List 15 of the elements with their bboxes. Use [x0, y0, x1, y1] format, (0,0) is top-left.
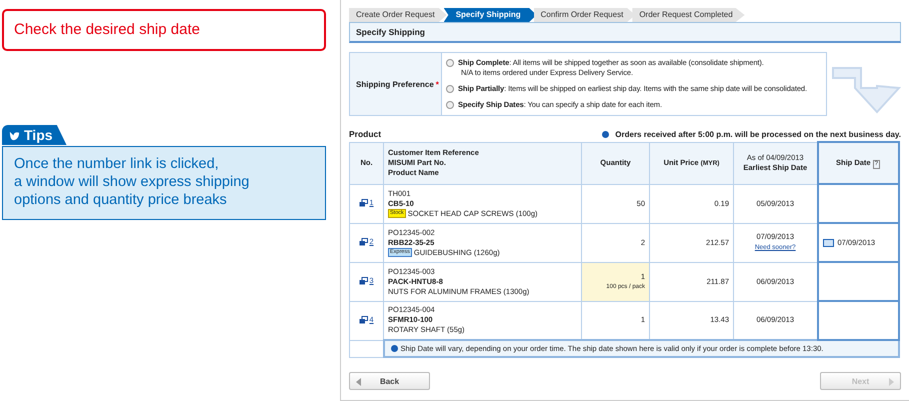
- product-label: Product: [349, 129, 382, 139]
- radio-button[interactable]: [446, 59, 454, 67]
- tips-title: Tips: [24, 127, 53, 143]
- info-icon: [390, 345, 398, 352]
- back-button[interactable]: Back: [349, 372, 430, 390]
- tips-text: Once the number link is clicked, a window will show express shipping options and quantity price breaks: [2, 146, 326, 220]
- bird-icon: [9, 130, 20, 140]
- callout-box: Check the desired ship date: [2, 9, 326, 51]
- radio-button[interactable]: [446, 85, 454, 93]
- section-header: Specify Shipping: [349, 22, 901, 43]
- info-icon: [602, 130, 610, 138]
- radio-button[interactable]: [446, 101, 454, 109]
- notice-text: Orders received after 5:00 p.m. will be processed on the next business day.: [615, 130, 901, 138]
- shipping-preference-label: Shipping Preference *: [350, 53, 442, 115]
- down-arrow-icon: [831, 66, 901, 114]
